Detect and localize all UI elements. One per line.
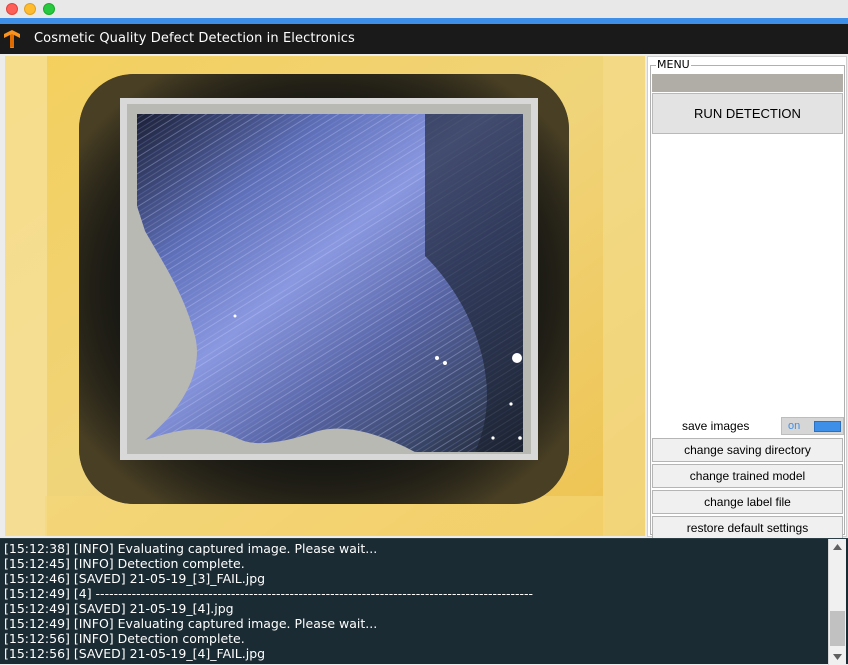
app-title: Cosmetic Quality Defect Detection in Ele… bbox=[34, 31, 355, 46]
scroll-down-button[interactable] bbox=[829, 649, 846, 665]
log-line: [15:12:56] [SAVED] 21-05-19_[4]_FAIL.jpg bbox=[4, 646, 266, 661]
log-line: [15:12:56] [INFO] Detection complete. bbox=[4, 631, 245, 646]
mac-titlebar bbox=[0, 0, 848, 18]
menu-panel: MENU RUN DETECTION save images on change… bbox=[647, 56, 847, 540]
save-images-row: save images on bbox=[651, 416, 844, 436]
chevron-up-icon bbox=[833, 544, 842, 550]
change-trained-model-button[interactable]: change trained model bbox=[652, 464, 843, 488]
log-line: [15:12:49] [SAVED] 21-05-19_[4].jpg bbox=[4, 601, 234, 616]
camera-preview-image bbox=[5, 56, 645, 536]
app-titlebar: Cosmetic Quality Defect Detection in Ele… bbox=[0, 24, 848, 54]
run-detection-button[interactable]: RUN DETECTION bbox=[652, 93, 843, 134]
scroll-thumb[interactable] bbox=[830, 611, 845, 646]
save-images-label: save images bbox=[682, 419, 750, 433]
scroll-up-button[interactable] bbox=[829, 539, 846, 555]
zoom-window-button[interactable] bbox=[43, 3, 55, 15]
log-line: [15:12:46] [SAVED] 21-05-19_[3]_FAIL.jpg bbox=[4, 571, 266, 586]
log-line: [15:12:38] [INFO] Evaluating captured im… bbox=[4, 541, 378, 556]
log-line: [15:12:45] [INFO] Detection complete. bbox=[4, 556, 245, 571]
menu-title: MENU bbox=[656, 58, 691, 71]
log-scrollbar[interactable] bbox=[828, 539, 846, 665]
log-line: [15:12:49] [4] -------------------------… bbox=[4, 586, 534, 601]
captured-chip-image bbox=[5, 56, 645, 536]
chevron-down-icon bbox=[833, 654, 842, 660]
toggle-knob bbox=[814, 421, 841, 432]
close-window-button[interactable] bbox=[6, 3, 18, 15]
save-images-toggle[interactable]: on bbox=[781, 417, 844, 435]
log-lines: [15:12:38] [INFO] Evaluating captured im… bbox=[4, 541, 824, 661]
toggle-state-label: on bbox=[788, 420, 801, 432]
change-label-file-button[interactable]: change label file bbox=[652, 490, 843, 514]
tensorflow-logo-icon bbox=[4, 30, 20, 48]
change-saving-directory-button[interactable]: change saving directory bbox=[652, 438, 843, 462]
restore-default-settings-button[interactable]: restore default settings bbox=[652, 516, 843, 540]
minimize-window-button[interactable] bbox=[24, 3, 36, 15]
log-console[interactable]: [15:12:38] [INFO] Evaluating captured im… bbox=[0, 538, 848, 665]
menu-group: MENU RUN DETECTION save images on change… bbox=[650, 58, 845, 540]
log-line: [15:12:49] [INFO] Evaluating captured im… bbox=[4, 616, 378, 631]
status-bar bbox=[652, 74, 843, 92]
